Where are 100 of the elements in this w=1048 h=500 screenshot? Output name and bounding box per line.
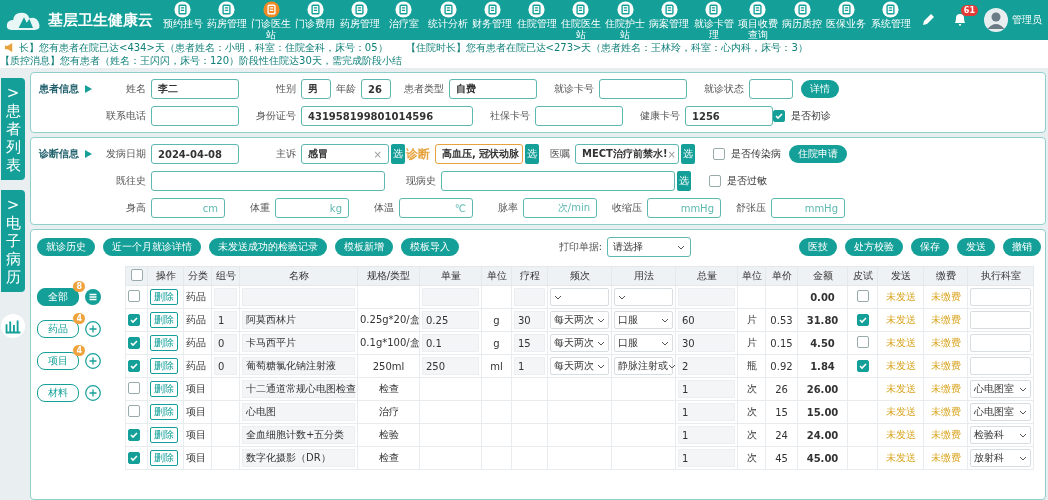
input-field[interactable]: [599, 79, 687, 99]
select-field[interactable]: 放射科: [970, 449, 1031, 467]
select-field[interactable]: [550, 288, 609, 306]
delete-button[interactable]: 删除: [150, 358, 178, 374]
input-field[interactable]: 次/min: [523, 198, 597, 218]
checkbox[interactable]: [856, 336, 869, 348]
input-field[interactable]: 卡马西平片: [242, 334, 355, 352]
document-icon[interactable]: [483, 0, 501, 18]
pick-button[interactable]: 选: [677, 171, 691, 191]
input-field[interactable]: 全血细胞计数+五分类: [242, 426, 355, 444]
toolbar-button[interactable]: 模板导入: [401, 238, 459, 256]
delete-button[interactable]: 删除: [150, 450, 178, 466]
category-tab[interactable]: 材料: [37, 384, 79, 402]
pick-button[interactable]: 选: [391, 144, 405, 164]
input-field[interactable]: 自费: [449, 79, 537, 99]
nav-item[interactable]: 住院护士站: [603, 0, 647, 40]
nav-item[interactable]: 门诊费用: [293, 0, 337, 40]
input-field[interactable]: 阿莫西林片: [242, 311, 355, 329]
input-field[interactable]: 感冒 ×: [301, 144, 389, 164]
document-icon[interactable]: [395, 0, 413, 18]
checkbox[interactable]: [856, 290, 869, 302]
select-field[interactable]: 心电图室: [970, 403, 1031, 421]
input-field[interactable]: [535, 106, 623, 126]
clear-icon[interactable]: ×: [667, 148, 676, 160]
input-field[interactable]: [151, 171, 385, 191]
select-field[interactable]: [970, 311, 1031, 329]
checkbox[interactable]: [128, 313, 140, 326]
checkbox[interactable]: [128, 336, 140, 349]
nav-item[interactable]: 药房管理: [338, 0, 381, 40]
input-field[interactable]: 心电图: [242, 403, 355, 421]
delete-button[interactable]: 删除: [150, 289, 178, 305]
document-icon[interactable]: [660, 0, 678, 18]
document-icon[interactable]: [793, 0, 811, 18]
checkbox[interactable]: [128, 428, 140, 441]
nav-item[interactable]: 住院医生站: [559, 0, 603, 40]
input-field[interactable]: 15: [514, 334, 545, 352]
notice-text[interactable]: 【质控消息】您有患者（姓名：王闪闪，床号：120）阶段性住院达30天，需完成阶段小结: [0, 54, 402, 67]
pick-button[interactable]: 选: [525, 144, 539, 164]
input-field[interactable]: 60: [678, 311, 735, 329]
toolbar-button[interactable]: 近一个月就诊详情: [103, 238, 201, 256]
input-field[interactable]: 葡萄糖氯化钠注射液: [242, 357, 355, 375]
input-field[interactable]: 30: [514, 311, 545, 329]
input-field[interactable]: [151, 106, 239, 126]
toolbar-button[interactable]: 未发送成功的检验记录: [209, 238, 327, 256]
nav-item[interactable]: 病历质控: [780, 0, 824, 40]
nav-item[interactable]: 系统管理: [869, 0, 912, 40]
nav-item[interactable]: 门诊医生站: [249, 0, 293, 40]
input-field[interactable]: mmHg: [771, 198, 845, 218]
toolbar-button[interactable]: 模板新增: [335, 238, 393, 256]
nav-item[interactable]: 就诊卡管理: [692, 0, 735, 40]
document-icon[interactable]: [882, 0, 899, 18]
input-field[interactable]: [749, 79, 793, 99]
input-field[interactable]: 1256: [685, 106, 773, 126]
input-field[interactable]: kg: [275, 198, 349, 218]
checkbox[interactable]: [128, 405, 140, 417]
input-field[interactable]: 高血压, 冠状动脉: [435, 144, 523, 164]
checkbox[interactable]: [713, 148, 725, 160]
checkbox[interactable]: [128, 382, 140, 394]
input-field[interactable]: 0.1: [422, 334, 479, 352]
select-field[interactable]: 检验科: [970, 426, 1031, 444]
pick-button[interactable]: 选: [681, 144, 695, 164]
nav-item[interactable]: 医保业务: [824, 0, 868, 40]
notice-text[interactable]: 长】您有患者在院已达<434>天（患者姓名：小明，科室：住院全科，床号：05）: [19, 41, 388, 54]
toolbar-button[interactable]: 发送: [957, 238, 995, 256]
input-field[interactable]: MECT治疗前禁水!×: [575, 144, 679, 164]
add-icon[interactable]: [85, 353, 101, 369]
document-icon[interactable]: [218, 0, 236, 18]
input-field[interactable]: 30: [678, 334, 735, 352]
delete-button[interactable]: 删除: [150, 312, 178, 328]
delete-button[interactable]: 删除: [150, 381, 178, 397]
checkbox[interactable]: [128, 451, 140, 464]
admission-button[interactable]: 住院申请: [789, 145, 847, 163]
input-field[interactable]: 男: [301, 79, 331, 99]
notice-text[interactable]: 【住院时长】您有患者在院已达<273>天（患者姓名：王林玲，科室：心内科，床号：3）: [405, 41, 808, 54]
detail-button[interactable]: 详情: [801, 80, 839, 98]
checkbox[interactable]: [128, 359, 140, 372]
nav-item[interactable]: 统计分析: [426, 0, 470, 40]
input-field[interactable]: 1: [678, 449, 735, 467]
input-field[interactable]: 数字化摄影（DR）: [242, 449, 355, 467]
document-icon[interactable]: [351, 0, 368, 18]
document-icon[interactable]: [174, 0, 191, 18]
input-field[interactable]: ℃: [399, 198, 473, 218]
document-icon[interactable]: [572, 0, 590, 18]
add-icon[interactable]: [85, 385, 101, 401]
menu-icon[interactable]: [85, 289, 101, 305]
input-field[interactable]: 十二通道常规心电图检查: [242, 380, 355, 398]
document-icon[interactable]: [306, 0, 324, 18]
select-field[interactable]: [970, 288, 1031, 306]
side-tab[interactable]: > 电子病历: [1, 190, 25, 292]
add-icon[interactable]: [85, 321, 101, 337]
select-field[interactable]: 心电图室: [970, 380, 1031, 398]
select-field[interactable]: 每天两次: [550, 311, 609, 329]
bar-chart-icon[interactable]: [1, 314, 25, 338]
delete-button[interactable]: 删除: [150, 427, 178, 443]
document-icon[interactable]: [705, 0, 722, 18]
toolbar-button[interactable]: 就诊历史: [37, 238, 95, 256]
input-field[interactable]: 1: [678, 380, 735, 398]
document-icon[interactable]: [528, 0, 545, 18]
input-field[interactable]: [441, 171, 675, 191]
input-field[interactable]: 26: [361, 79, 391, 99]
